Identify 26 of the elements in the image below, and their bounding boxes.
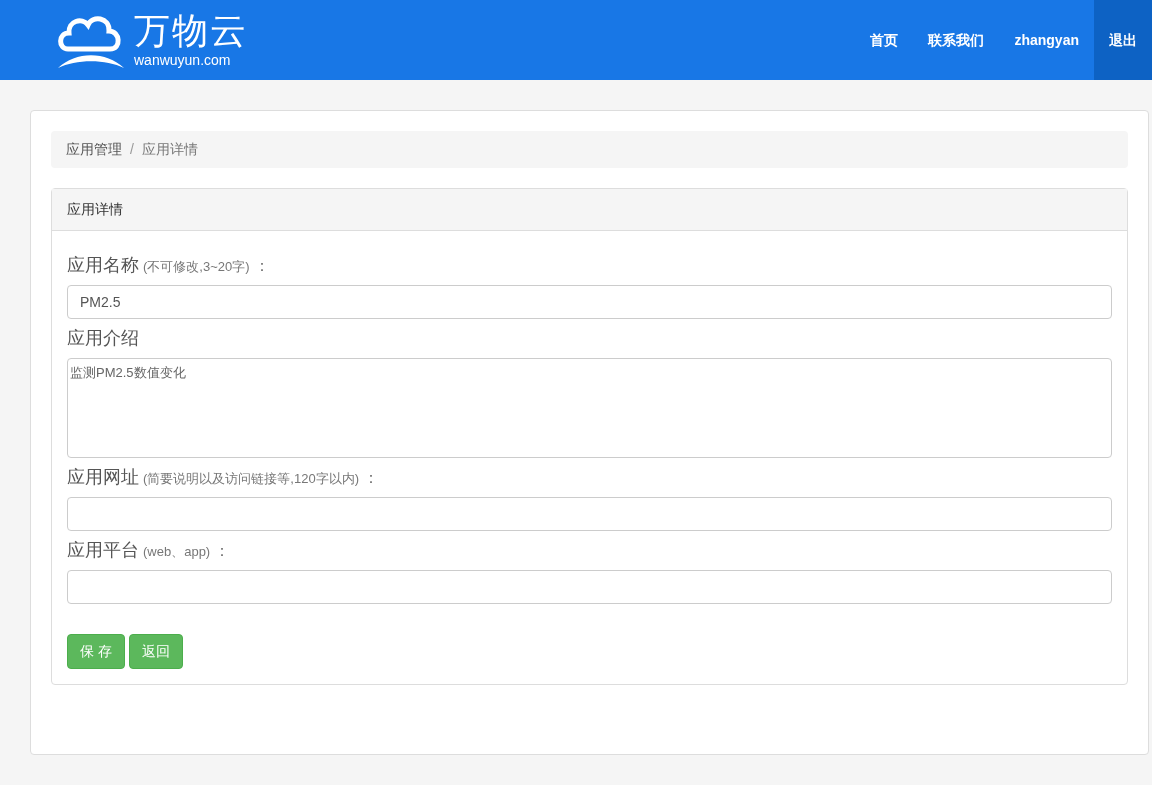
field-label: 应用平台 — [67, 539, 139, 562]
logo-domain: wanwuyun.com — [134, 53, 232, 67]
input-field[interactable]: PM2.5 — [67, 285, 1112, 319]
nav-link[interactable]: 退出 — [1094, 0, 1152, 80]
breadcrumb-current: 应用详情 — [141, 140, 198, 159]
input-field[interactable] — [67, 570, 1112, 604]
field-hint: (web、app) — [143, 543, 211, 561]
field-label: 应用名称 — [67, 254, 139, 277]
breadcrumb-separator: / — [130, 140, 134, 159]
nav-link[interactable]: 联系我们 — [913, 0, 1000, 80]
nav-link[interactable]: 首页 — [855, 0, 914, 80]
colon: ： — [253, 256, 270, 276]
field-hint: (不可修改,3~20字) — [143, 258, 250, 276]
save-button[interactable]: 保 存 — [67, 634, 125, 669]
breadcrumb-link[interactable]: 应用管理 — [66, 139, 122, 160]
colon: ： — [362, 468, 379, 488]
text-area[interactable]: 监测PM2.5数值变化 — [67, 358, 1112, 458]
logo-title: 万物云 — [134, 13, 248, 49]
field-hint: (简要说明以及访问链接等,120字以内) — [143, 470, 359, 488]
back-button[interactable]: 返回 — [128, 634, 183, 669]
field-label: 应用介绍 — [67, 327, 139, 350]
input-field[interactable] — [67, 497, 1112, 531]
panel-title: 应用详情 — [52, 189, 1127, 231]
nav-link[interactable]: zhangyan — [999, 0, 1094, 80]
field-label: 应用网址 — [67, 466, 139, 489]
colon: ： — [214, 541, 231, 561]
